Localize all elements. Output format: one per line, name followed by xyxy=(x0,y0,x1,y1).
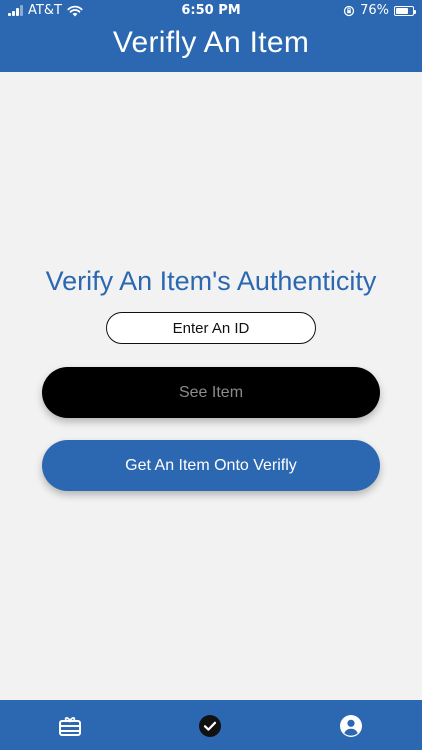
status-right: 76% xyxy=(343,3,416,18)
orientation-lock-icon xyxy=(343,5,355,16)
bottom-tab-bar xyxy=(0,700,422,750)
app-header: AT&T 6:50 PM 76% Verifly An Item xyxy=(0,0,422,72)
tab-gift-card[interactable] xyxy=(58,714,82,738)
check-circle-icon xyxy=(199,715,221,737)
account-circle-icon xyxy=(340,715,362,737)
status-bar: AT&T 6:50 PM 76% xyxy=(0,0,422,22)
gift-card-icon xyxy=(59,717,81,736)
tab-account[interactable] xyxy=(339,714,363,738)
tab-verify[interactable] xyxy=(198,714,222,738)
verify-heading: Verify An Item's Authenticity xyxy=(45,266,377,296)
get-item-onto-verifly-button[interactable]: Get An Item Onto Verifly xyxy=(42,440,380,491)
battery-percent: 76% xyxy=(360,3,389,18)
battery-level xyxy=(396,7,409,14)
see-item-button[interactable]: See Item xyxy=(42,367,380,418)
item-id-input[interactable] xyxy=(106,312,316,344)
battery-icon xyxy=(394,5,416,16)
page-title: Verifly An Item xyxy=(112,26,310,59)
